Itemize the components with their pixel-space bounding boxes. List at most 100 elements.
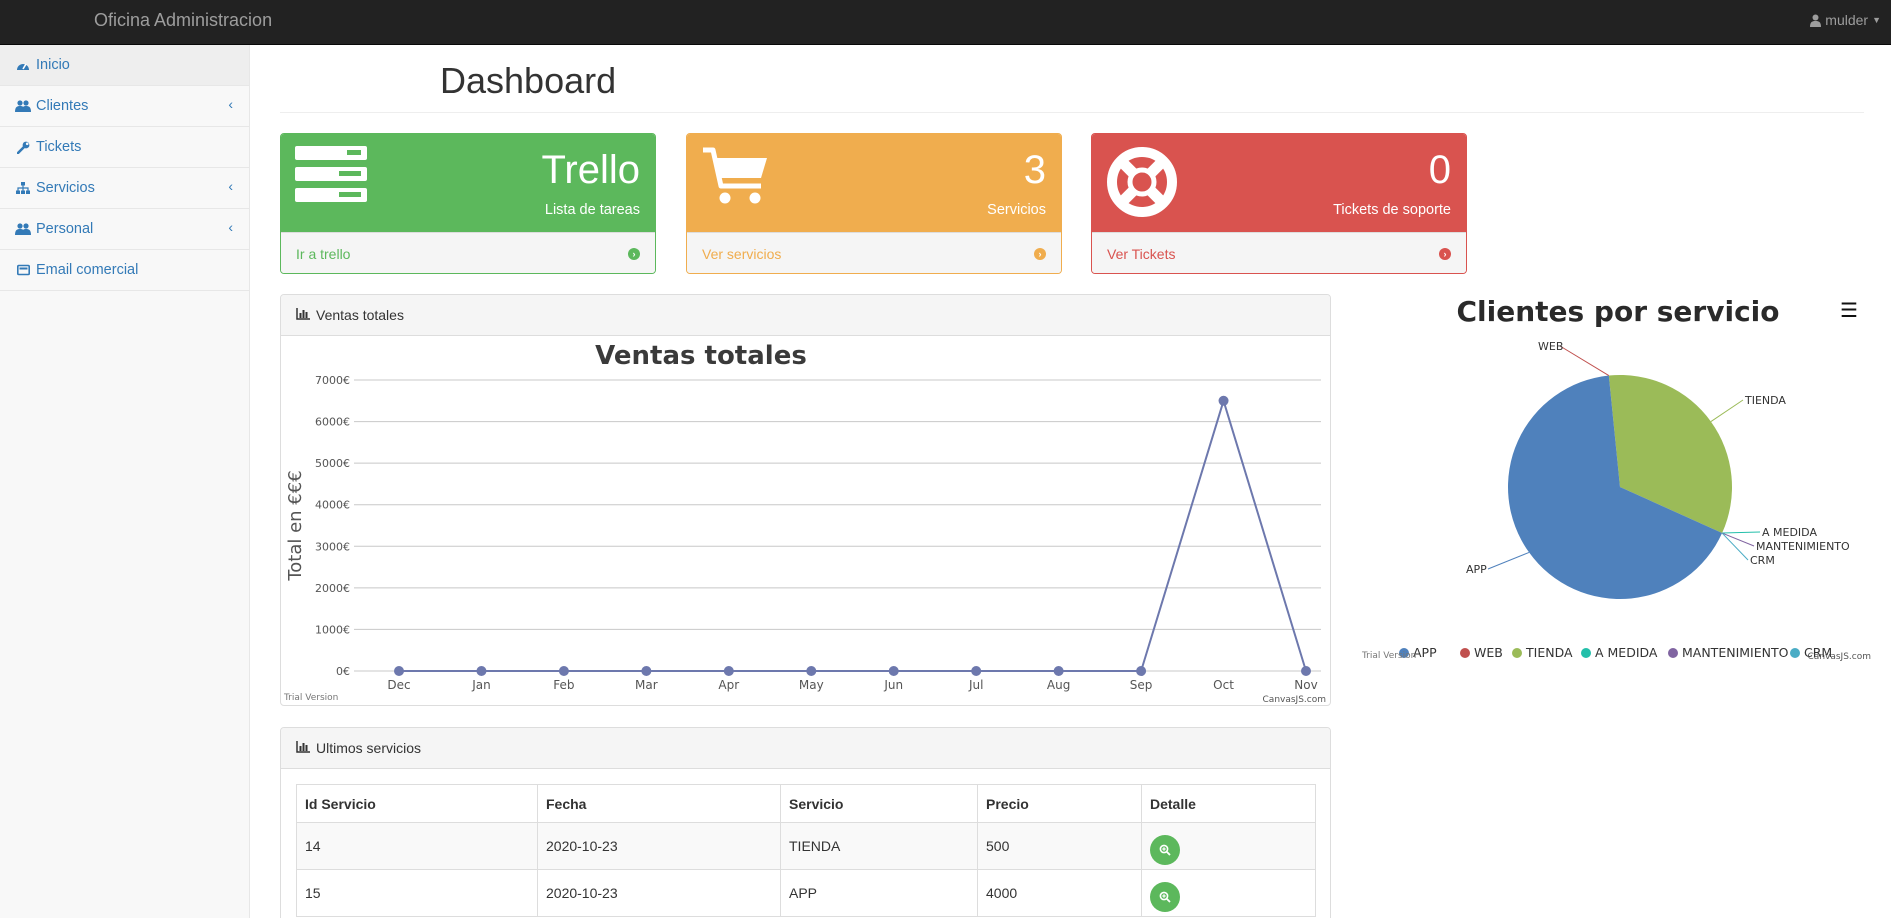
cell-id: 14 [296, 822, 538, 870]
data-point [723, 666, 734, 676]
data-point [888, 666, 899, 676]
data-point [394, 666, 404, 676]
services-link[interactable]: Ver servicios › [687, 232, 1061, 273]
legend-label: APP [1413, 645, 1437, 660]
lifebuoy-icon [1106, 146, 1178, 221]
cell-detail [1141, 869, 1316, 917]
x-tick-label: Jan [471, 678, 491, 692]
legend-label: MANTENIMIENTO [1682, 645, 1789, 660]
label-connector [1559, 345, 1610, 376]
table-row: 15 2020-10-23 APP 4000 [296, 869, 1316, 917]
slice-label: TIENDA [1744, 394, 1786, 407]
sidebar-item-label: Inicio [36, 57, 70, 73]
slice-label: A MEDIDA [1762, 526, 1817, 539]
wrench-icon [14, 141, 32, 154]
x-tick-label: Nov [1294, 678, 1317, 692]
sidebar-item-servicios[interactable]: Servicios ‹ [0, 168, 249, 209]
users-icon [14, 223, 32, 235]
y-tick-label: 6000€ [315, 416, 350, 429]
users-icon [14, 100, 32, 112]
sidebar-item-email-comercial[interactable]: Email comercial [0, 250, 249, 291]
x-tick-label: Feb [553, 678, 574, 692]
y-tick-label: 7000€ [315, 374, 350, 387]
column-header: Precio [977, 784, 1142, 823]
legend-marker [1581, 648, 1591, 658]
tickets-link[interactable]: Ver Tickets › [1092, 232, 1466, 273]
link-label: Ir a trello [296, 245, 351, 262]
watermark-left: Trial Version [283, 693, 338, 703]
x-tick-label: May [799, 678, 824, 692]
sidebar: Inicio Clientes ‹ Tickets Servicios ‹ Pe… [0, 45, 250, 918]
dashboard-icon [14, 59, 32, 71]
server-icon [295, 146, 367, 205]
data-point [971, 666, 982, 676]
stat-label: Servicios [987, 202, 1046, 218]
watermark-right: CanvasJS.com [1263, 695, 1326, 705]
column-header: Servicio [780, 784, 978, 823]
cell-service: APP [780, 869, 978, 917]
y-axis-label: Total en €€€ [285, 470, 306, 581]
stat-value: Trello [541, 148, 640, 192]
column-header: Id Servicio [296, 784, 538, 823]
data-point [1301, 666, 1311, 676]
series-line [399, 397, 1307, 672]
slice-label: CRM [1750, 554, 1775, 567]
stat-value: 3 [1023, 148, 1046, 192]
bar-chart-icon [296, 740, 310, 756]
y-tick-label: 2000€ [315, 582, 350, 595]
arrow-circle-right-icon: › [1439, 247, 1451, 260]
zoom-in-icon [1159, 844, 1171, 856]
arrow-circle-right-icon: › [628, 247, 640, 260]
chevron-left-icon: ‹ [228, 96, 233, 112]
chart-title: Ventas totales [595, 341, 807, 371]
hamburger-menu-icon[interactable]: ☰ [1840, 298, 1858, 323]
user-dropdown[interactable]: mulder ▼ [1810, 12, 1881, 28]
sidebar-item-personal[interactable]: Personal ‹ [0, 209, 249, 250]
bar-chart-icon [296, 307, 310, 323]
cell-detail [1141, 822, 1316, 870]
x-tick-label: Oct [1213, 678, 1234, 692]
chevron-left-icon: ‹ [228, 219, 233, 235]
table-row: 14 2020-10-23 TIENDA 500 [296, 822, 1316, 870]
legend-marker [1460, 648, 1470, 658]
slice-label: MANTENIMIENTO [1756, 540, 1850, 553]
watermark-left: Trial Version [1361, 651, 1416, 661]
legend-label: WEB [1474, 645, 1503, 660]
legend-marker [1512, 648, 1522, 658]
sidebar-item-label: Personal [36, 221, 94, 237]
data-point [1218, 395, 1229, 406]
services-panel: 3 Servicios Ver servicios › [686, 133, 1062, 274]
cart-icon [701, 146, 769, 209]
sidebar-item-inicio[interactable]: Inicio [0, 45, 249, 86]
label-connector [1710, 399, 1744, 423]
x-tick-label: Jun [883, 678, 903, 692]
brand-link[interactable]: Oficina Administracion [94, 10, 272, 31]
view-detail-button[interactable] [1150, 835, 1180, 865]
x-tick-label: Dec [387, 678, 410, 692]
sales-chart-panel: Ventas totales Ventas totales 0€ 1000€ 2000… [280, 294, 1331, 706]
label-connector [1721, 532, 1755, 547]
sidebar-item-tickets[interactable]: Tickets [0, 127, 249, 168]
email-icon [14, 264, 32, 276]
trello-link[interactable]: Ir a trello › [281, 232, 655, 273]
tickets-panel: 0 Tickets de soporte Ver Tickets › [1091, 133, 1467, 274]
sidebar-item-clientes[interactable]: Clientes ‹ [0, 86, 249, 127]
data-point [1053, 666, 1064, 676]
username: mulder [1825, 12, 1869, 28]
legend-marker [1790, 648, 1800, 658]
x-tick-label: Jul [968, 678, 983, 692]
column-header: Detalle [1141, 784, 1316, 823]
cell-price: 4000 [977, 869, 1142, 917]
watermark-right: CanvasJS.com [1808, 652, 1871, 662]
label-connector [1721, 532, 1749, 561]
view-detail-button[interactable] [1150, 882, 1180, 912]
stat-value: 0 [1428, 148, 1451, 192]
data-point [806, 666, 817, 676]
sidebar-item-label: Tickets [36, 139, 82, 155]
chart-title: Clientes por servicio [1456, 295, 1779, 328]
sidebar-item-label: Email comercial [36, 262, 139, 278]
sitemap-icon [14, 182, 32, 194]
trello-panel: Trello Lista de tareas Ir a trello › [280, 133, 656, 274]
cell-price: 500 [977, 822, 1142, 870]
data-point [1136, 666, 1147, 676]
